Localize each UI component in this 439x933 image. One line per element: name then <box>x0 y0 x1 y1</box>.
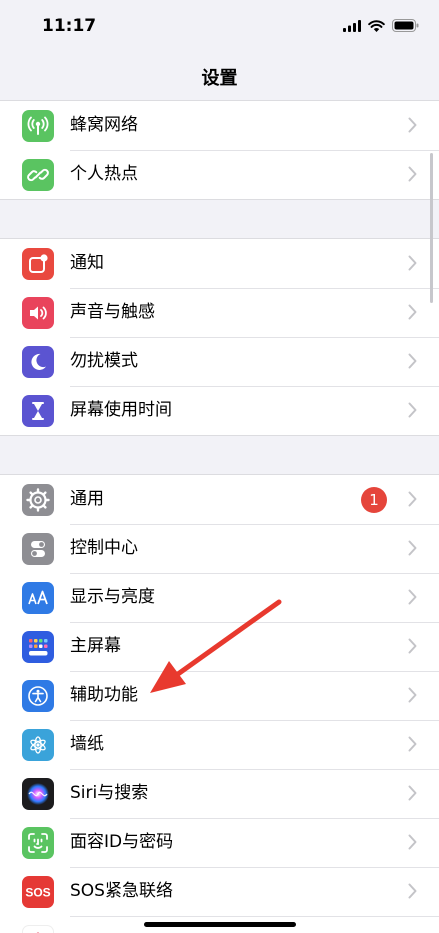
hotspot-icon <box>22 159 54 191</box>
settings-row-face-id[interactable]: 面容ID与密码 <box>0 818 439 867</box>
settings-list[interactable]: 蜂窝网络 个人热点 通知 声音与触感 勿扰模式 屏幕使用时间 通用 1 控制中心… <box>0 100 439 933</box>
siri-icon <box>22 778 54 810</box>
settings-row-label: 显示与亮度 <box>70 587 155 607</box>
chevron-right-icon <box>408 540 417 556</box>
settings-group-general: 通用 1 控制中心 显示与亮度 主屏幕 辅助功能 墙纸 Siri与搜索 面容ID… <box>0 474 439 933</box>
settings-row-label: SOS紧急联络 <box>70 881 173 901</box>
settings-row-cellular[interactable]: 蜂窝网络 <box>0 101 439 150</box>
chevron-right-icon <box>408 402 417 418</box>
faceid-icon <box>22 827 54 859</box>
notifications-icon <box>22 248 54 280</box>
chevron-right-icon <box>408 304 417 320</box>
chevron-right-icon <box>408 834 417 850</box>
settings-row-sound[interactable]: 声音与触感 <box>0 288 439 337</box>
chevron-right-icon <box>408 255 417 271</box>
settings-row-control-center[interactable]: 控制中心 <box>0 524 439 573</box>
chevron-right-icon <box>408 353 417 369</box>
settings-row-label: 控制中心 <box>70 538 138 558</box>
svg-text:SOS: SOS <box>25 886 50 900</box>
settings-row-label: Siri与搜索 <box>70 783 149 803</box>
toggles-icon <box>22 533 54 565</box>
hourglass-icon <box>22 395 54 427</box>
sos-icon: SOS <box>22 876 54 908</box>
settings-row-hotspot[interactable]: 个人热点 <box>0 150 439 199</box>
status-icons <box>343 19 419 32</box>
battery-icon <box>392 19 419 32</box>
settings-row-screen-time[interactable]: 屏幕使用时间 <box>0 386 439 435</box>
settings-row-wallpaper[interactable]: 墙纸 <box>0 720 439 769</box>
settings-row-label: 墙纸 <box>70 734 104 754</box>
settings-row-accessibility[interactable]: 辅助功能 <box>0 671 439 720</box>
settings-row-label: 勿扰模式 <box>70 351 138 371</box>
signal-icon <box>343 19 361 32</box>
settings-row-label: 个人热点 <box>70 164 138 184</box>
chevron-right-icon <box>408 883 417 899</box>
gear-icon <box>22 484 54 516</box>
sound-icon <box>22 297 54 329</box>
settings-row-display[interactable]: 显示与亮度 <box>0 573 439 622</box>
wallpaper-icon <box>22 729 54 761</box>
chevron-right-icon <box>408 638 417 654</box>
scrollbar[interactable] <box>430 153 433 303</box>
home-screen-icon <box>22 631 54 663</box>
settings-row-label: 面容ID与密码 <box>70 832 174 852</box>
settings-row-emergency-sos[interactable]: SOS SOS紧急联络 <box>0 867 439 916</box>
settings-row-label: 通用 <box>70 489 104 509</box>
settings-row-home-screen[interactable]: 主屏幕 <box>0 622 439 671</box>
settings-row-siri[interactable]: Siri与搜索 <box>0 769 439 818</box>
settings-row-notifications[interactable]: 通知 <box>0 239 439 288</box>
wifi-icon <box>368 19 385 32</box>
settings-group-notifications: 通知 声音与触感 勿扰模式 屏幕使用时间 <box>0 238 439 436</box>
exposure-icon <box>22 925 54 933</box>
chevron-right-icon <box>408 687 417 703</box>
update-badge: 1 <box>361 487 387 513</box>
status-bar: 11:17 <box>0 0 439 54</box>
page-title: 设置 <box>201 68 238 89</box>
settings-row-label: 通知 <box>70 253 104 273</box>
settings-row-label: 蜂窝网络 <box>70 115 138 135</box>
accessibility-icon <box>22 680 54 712</box>
chevron-right-icon <box>408 491 417 507</box>
display-icon <box>22 582 54 614</box>
moon-icon <box>22 346 54 378</box>
settings-row-label: 辅助功能 <box>70 685 138 705</box>
chevron-right-icon <box>408 166 417 182</box>
chevron-right-icon <box>408 736 417 752</box>
cellular-icon <box>22 110 54 142</box>
status-time: 11:17 <box>42 16 97 36</box>
settings-group-network: 蜂窝网络 个人热点 <box>0 100 439 200</box>
chevron-right-icon <box>408 785 417 801</box>
settings-row-label: 声音与触感 <box>70 302 155 322</box>
home-indicator[interactable] <box>144 922 296 927</box>
settings-row-general[interactable]: 通用 1 <box>0 475 439 524</box>
settings-row-do-not-disturb[interactable]: 勿扰模式 <box>0 337 439 386</box>
chevron-right-icon <box>408 589 417 605</box>
settings-row-label: 主屏幕 <box>70 636 121 656</box>
chevron-right-icon <box>408 117 417 133</box>
settings-row-label: 屏幕使用时间 <box>70 400 172 420</box>
